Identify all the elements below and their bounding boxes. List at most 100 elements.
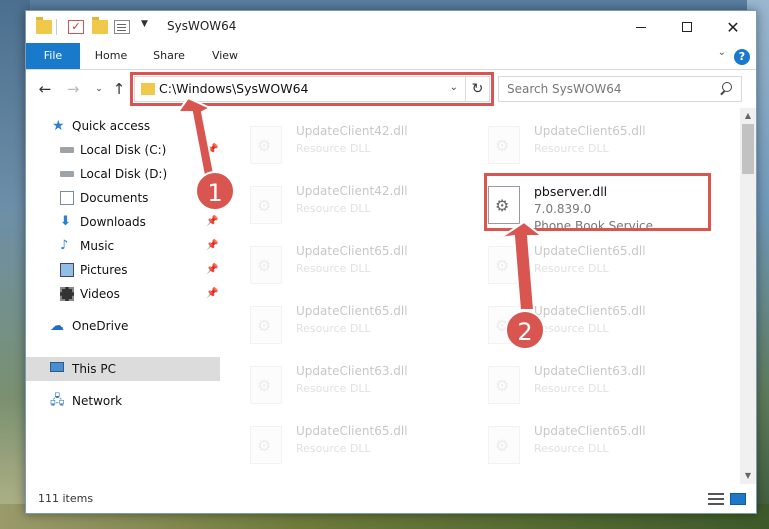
sidebar-item-pictures[interactable]: Pictures 📌: [26, 259, 220, 281]
file-name: UpdateClient65.dll: [534, 244, 646, 258]
details-view-icon[interactable]: [708, 493, 724, 505]
file-description: Resource DLL: [534, 262, 609, 275]
tab-view[interactable]: View: [200, 43, 250, 69]
file-description: Resource DLL: [534, 142, 609, 155]
cloud-icon: ☁: [50, 318, 64, 334]
file-item[interactable]: UpdateClient42.dll Resource DLL: [220, 176, 450, 232]
file-item[interactable]: UpdateClient63.dll Resource DLL: [220, 356, 450, 412]
dll-file-icon: [488, 366, 520, 404]
scroll-up-icon[interactable]: ▲: [740, 108, 756, 124]
vertical-scrollbar[interactable]: ▲ ▼: [740, 108, 756, 484]
computer-monitor-icon: [50, 362, 64, 372]
dll-file-icon: [250, 426, 282, 464]
file-name: UpdateClient65.dll: [534, 424, 646, 438]
back-button[interactable]: ←: [36, 79, 54, 99]
tab-file[interactable]: File: [26, 43, 80, 69]
tab-home[interactable]: Home: [84, 43, 138, 69]
sidebar-item-music[interactable]: ♪ Music 📌: [26, 235, 220, 257]
file-description: Resource DLL: [296, 322, 371, 335]
pin-icon[interactable]: 📌: [206, 211, 218, 233]
search-input[interactable]: [499, 77, 709, 101]
file-item[interactable]: UpdateClient65.dll Resource DLL: [458, 296, 688, 352]
file-item[interactable]: UpdateClient65.dll Resource DLL: [458, 236, 688, 292]
chevron-down-icon: ⌄: [95, 84, 103, 94]
new-folder-icon[interactable]: [92, 17, 108, 34]
dll-file-icon: [488, 426, 520, 464]
sidebar-item-label: Local Disk (C:): [80, 143, 167, 157]
close-button[interactable]: ✕: [710, 11, 756, 43]
file-item[interactable]: UpdateClient65.dll Resource DLL: [458, 416, 688, 472]
file-item[interactable]: UpdateClient65.dll Resource DLL: [220, 236, 450, 292]
sidebar-item-onedrive[interactable]: ☁ OneDrive: [26, 315, 220, 337]
sidebar-item-quick-access[interactable]: ★ Quick access: [26, 115, 220, 137]
up-button[interactable]: ↑: [110, 79, 128, 99]
sidebar-item-this-pc[interactable]: This PC: [26, 358, 220, 380]
file-name: UpdateClient65.dll: [296, 304, 408, 318]
sidebar-item-label: OneDrive: [72, 319, 129, 333]
sidebar-item-local-disk-c[interactable]: Local Disk (C:) 📌: [26, 139, 220, 161]
star-icon: ★: [52, 118, 65, 134]
sidebar-item-label: Quick access: [72, 119, 151, 133]
file-name: UpdateClient65.dll: [296, 244, 408, 258]
sidebar-item-documents[interactable]: Documents: [26, 187, 220, 209]
scroll-down-icon[interactable]: ▼: [740, 468, 756, 484]
help-icon[interactable]: ?: [734, 49, 750, 65]
file-description: Resource DLL: [534, 382, 609, 395]
tab-share[interactable]: Share: [142, 43, 196, 69]
music-note-icon: ♪: [60, 238, 69, 253]
properties-list-icon[interactable]: [114, 20, 130, 34]
navigation-pane: ★ Quick access Local Disk (C:) 📌 Local D…: [26, 108, 220, 484]
dll-file-icon: [250, 306, 282, 344]
properties-check-icon[interactable]: ✓: [68, 20, 84, 34]
dll-file-icon: [488, 126, 520, 164]
forward-button[interactable]: →: [64, 79, 82, 99]
film-strip-icon: [60, 287, 74, 301]
dll-file-icon: [250, 366, 282, 404]
expand-ribbon-chevron-icon[interactable]: ⌄: [718, 47, 726, 58]
sidebar-item-videos[interactable]: Videos 📌: [26, 283, 220, 305]
file-item[interactable]: UpdateClient63.dll Resource DLL: [458, 356, 688, 412]
callout-badge-2: 2: [505, 310, 545, 350]
scrollbar-thumb[interactable]: [742, 124, 754, 174]
file-item[interactable]: UpdateClient65.dll Resource DLL: [220, 416, 450, 472]
recent-locations-button[interactable]: ⌄: [90, 79, 108, 99]
file-description: Resource DLL: [296, 202, 371, 215]
download-arrow-icon: ⬇: [60, 214, 71, 229]
file-name: UpdateClient65.dll: [534, 124, 646, 138]
minimize-button[interactable]: [618, 11, 664, 43]
file-highlight-box: [484, 173, 711, 231]
file-item[interactable]: UpdateClient42.dll Resource DLL: [220, 116, 450, 172]
pin-icon[interactable]: 📌: [206, 283, 218, 305]
search-box[interactable]: [498, 76, 742, 102]
forward-arrow-icon: →: [66, 80, 80, 98]
customize-toolbar-chevron-icon[interactable]: ▼: [141, 19, 148, 29]
large-icons-view-icon[interactable]: [730, 493, 746, 505]
pin-icon[interactable]: 📌: [206, 259, 218, 281]
maximize-button[interactable]: [664, 11, 710, 43]
sidebar-item-label: Music: [80, 239, 115, 253]
file-name: UpdateClient42.dll: [296, 184, 408, 198]
disk-drive-icon: [60, 147, 74, 153]
pin-icon[interactable]: 📌: [206, 139, 218, 161]
file-name: UpdateClient63.dll: [534, 364, 646, 378]
documents-icon: [60, 191, 74, 205]
folder-icon: [36, 17, 52, 34]
sidebar-item-network[interactable]: 🖧 Network: [26, 390, 220, 412]
sidebar-item-downloads[interactable]: ⬇ Downloads 📌: [26, 211, 220, 233]
sidebar-item-label: Pictures: [80, 263, 128, 277]
file-description: Resource DLL: [296, 142, 371, 155]
dll-file-icon: [250, 126, 282, 164]
callout-badge-1: 1: [195, 171, 235, 211]
file-name: UpdateClient63.dll: [296, 364, 408, 378]
pin-icon[interactable]: 📌: [206, 235, 218, 257]
pictures-icon: [60, 263, 74, 277]
sidebar-item-label: This PC: [72, 362, 116, 376]
file-item[interactable]: UpdateClient65.dll Resource DLL: [458, 116, 688, 172]
sidebar-item-local-disk-d[interactable]: Local Disk (D:): [26, 163, 220, 185]
minimize-icon: [636, 26, 646, 28]
file-description: Resource DLL: [296, 262, 371, 275]
file-item[interactable]: UpdateClient65.dll Resource DLL: [220, 296, 450, 352]
search-icon[interactable]: [719, 82, 733, 96]
file-name: UpdateClient65.dll: [296, 424, 408, 438]
file-description: Resource DLL: [296, 442, 371, 455]
